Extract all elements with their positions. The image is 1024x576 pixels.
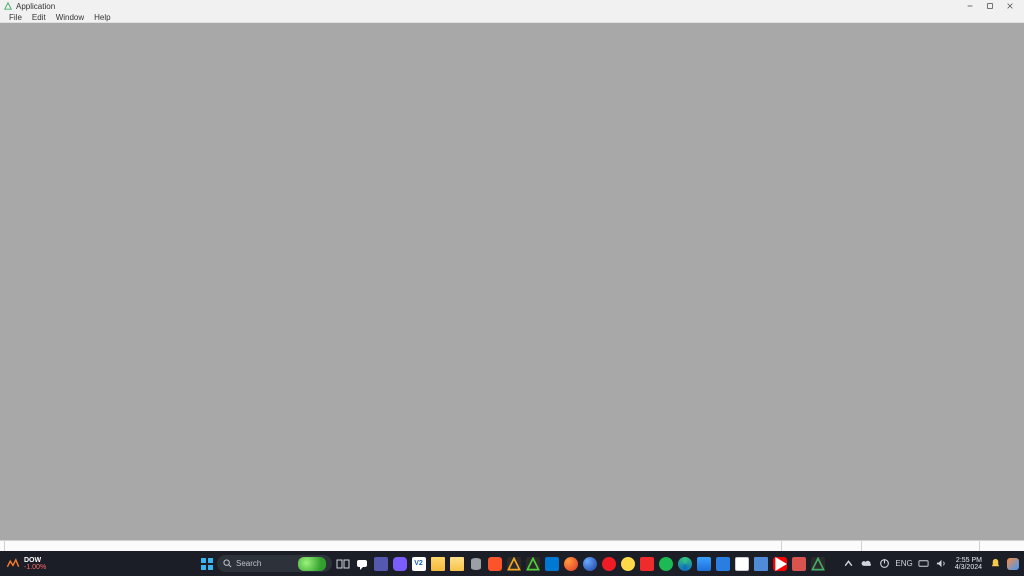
- taskbar-app-notes[interactable]: [752, 555, 769, 572]
- taskbar-app-c[interactable]: [809, 555, 826, 572]
- taskbar-app-teams[interactable]: [372, 555, 389, 572]
- task-view-button[interactable]: [334, 555, 351, 572]
- menu-bar: File Edit Window Help: [0, 12, 1024, 23]
- status-panel-3: [862, 541, 980, 551]
- canvas-area[interactable]: [0, 23, 1024, 540]
- copilot-button[interactable]: [1006, 557, 1020, 571]
- maximize-button[interactable]: [980, 0, 1000, 12]
- stocks-icon: [6, 557, 20, 571]
- start-button[interactable]: [198, 555, 215, 572]
- status-bar: [0, 540, 1024, 551]
- taskbar-app-store[interactable]: [714, 555, 731, 572]
- notifications-button[interactable]: [988, 557, 1002, 571]
- taskbar-app-file-explorer[interactable]: [429, 555, 446, 572]
- language-indicator[interactable]: ENG: [895, 559, 912, 568]
- onedrive-icon[interactable]: [859, 557, 873, 571]
- application-window: Application File Edit Window Help: [0, 0, 1024, 551]
- menu-window[interactable]: Window: [51, 13, 89, 22]
- taskbar-app-spotify[interactable]: [657, 555, 674, 572]
- search-placeholder: Search: [236, 559, 261, 568]
- close-button[interactable]: [1000, 0, 1020, 12]
- taskbar: DOW -1.00% Search V2: [0, 551, 1024, 576]
- menu-help[interactable]: Help: [89, 13, 115, 22]
- tray-overflow-button[interactable]: [841, 557, 855, 571]
- chat-button[interactable]: [353, 555, 370, 572]
- taskbar-app-recorder[interactable]: [790, 555, 807, 572]
- taskbar-app-folder[interactable]: [448, 555, 465, 572]
- widgets-button[interactable]: DOW -1.00%: [0, 551, 52, 576]
- power-icon[interactable]: [877, 557, 891, 571]
- volume-icon[interactable]: [935, 557, 949, 571]
- taskbar-app-firefox[interactable]: [562, 555, 579, 572]
- taskbar-app-b[interactable]: [524, 555, 541, 572]
- widget-symbol: DOW: [24, 557, 46, 564]
- window-title: Application: [16, 2, 55, 11]
- app-icon: [4, 2, 12, 10]
- widget-text: DOW -1.00%: [24, 557, 46, 571]
- widget-change: -1.00%: [24, 564, 46, 571]
- taskbar-app-anydesk[interactable]: [638, 555, 655, 572]
- taskbar-app-photos[interactable]: [695, 555, 712, 572]
- system-tray: ENG 2:55 PM 4/3/2024: [841, 551, 1024, 576]
- taskbar-app-firefox-dev[interactable]: [581, 555, 598, 572]
- taskbar-app-vscode[interactable]: [543, 555, 560, 572]
- network-icon[interactable]: [917, 557, 931, 571]
- taskbar-app-emoji[interactable]: [619, 555, 636, 572]
- taskbar-app-edge[interactable]: [676, 555, 693, 572]
- taskbar-app-opera[interactable]: [600, 555, 617, 572]
- taskbar-app-viber[interactable]: [391, 555, 408, 572]
- minimize-button[interactable]: [960, 0, 980, 12]
- taskbar-app-vnc[interactable]: V2: [410, 555, 427, 572]
- title-bar: Application: [0, 0, 1024, 12]
- menu-edit[interactable]: Edit: [27, 13, 51, 22]
- search-icon: [223, 559, 232, 568]
- taskbar-app-calendar[interactable]: [733, 555, 750, 572]
- taskbar-app-a[interactable]: [505, 555, 522, 572]
- taskbar-clock[interactable]: 2:55 PM 4/3/2024: [953, 557, 984, 571]
- status-panel-2: [782, 541, 862, 551]
- search-accent-icon: [298, 557, 326, 571]
- taskbar-app-youtube[interactable]: [771, 555, 788, 572]
- taskbar-app-brave[interactable]: [486, 555, 503, 572]
- status-panel-1: [4, 541, 782, 551]
- taskbar-center: Search V2: [198, 551, 826, 576]
- taskbar-app-db[interactable]: [467, 555, 484, 572]
- clock-time: 2:55 PM: [956, 557, 982, 564]
- menu-file[interactable]: File: [4, 13, 27, 22]
- clock-date: 4/3/2024: [955, 564, 982, 571]
- taskbar-search[interactable]: Search: [217, 555, 332, 572]
